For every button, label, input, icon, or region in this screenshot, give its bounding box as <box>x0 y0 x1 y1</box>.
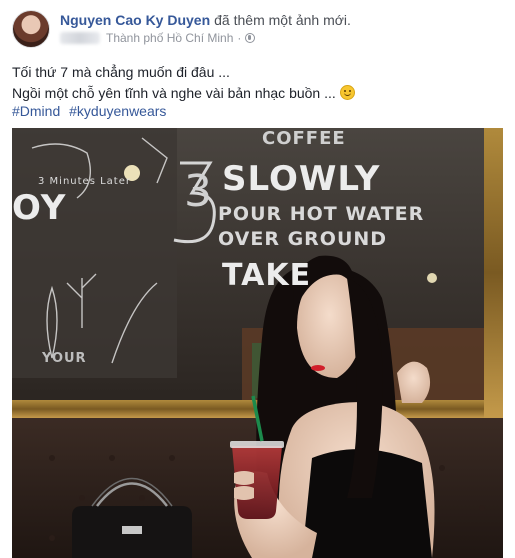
globe-icon[interactable] <box>245 33 256 43</box>
sign-take: TAKE <box>222 258 312 293</box>
sign-pour-hot-water: POUR HOT WATER <box>218 203 425 225</box>
sign-your: YOUR <box>42 351 87 366</box>
sign-oy: OY <box>12 188 67 228</box>
sign-coffee: COFFEE <box>262 128 346 149</box>
post-text: Tối thứ 7 mà chẳng muốn đi đâu ... Ngồi … <box>12 62 355 104</box>
sign-minutes-later: 3 Minutes Later <box>38 176 131 187</box>
post-meta: Thành phố Hồ Chí Minh · <box>60 31 256 45</box>
meta-separator: · <box>237 31 242 45</box>
post-text-line-1: Tối thứ 7 mà chẳng muốn đi đâu ... <box>12 64 230 80</box>
smiley-icon <box>339 85 355 100</box>
timestamp-blurred[interactable] <box>60 32 100 44</box>
post-header: Nguyen Cao Ky Duyen đã thêm một ảnh mới. <box>60 12 351 28</box>
post-action-text: đã thêm một ảnh mới. <box>214 12 351 28</box>
author-name-link[interactable]: Nguyen Cao Ky Duyen <box>60 12 210 28</box>
hashtag-dmind[interactable]: #Dmind <box>12 103 60 119</box>
sign-slowly: SLOWLY <box>222 159 381 199</box>
post-photo[interactable]: COFFEE 3 SLOWLY POUR HOT WATER OVER GROU… <box>12 128 503 558</box>
sign-three: 3 <box>184 166 213 217</box>
hashtags: #Dmind #kyduyenwears <box>12 103 171 119</box>
location-link[interactable]: Thành phố Hồ Chí Minh <box>106 31 233 45</box>
post-text-line-2: Ngồi một chỗ yên tĩnh và nghe vài bản nh… <box>12 83 355 104</box>
facebook-post: Nguyen Cao Ky Duyen đã thêm một ảnh mới. … <box>0 0 515 558</box>
hashtag-kyduyenwears[interactable]: #kyduyenwears <box>69 103 166 119</box>
sign-over-ground: OVER GROUND <box>218 228 388 250</box>
author-avatar[interactable] <box>12 10 50 48</box>
post-text-line-2-content: Ngồi một chỗ yên tĩnh và nghe vài bản nh… <box>12 85 336 101</box>
